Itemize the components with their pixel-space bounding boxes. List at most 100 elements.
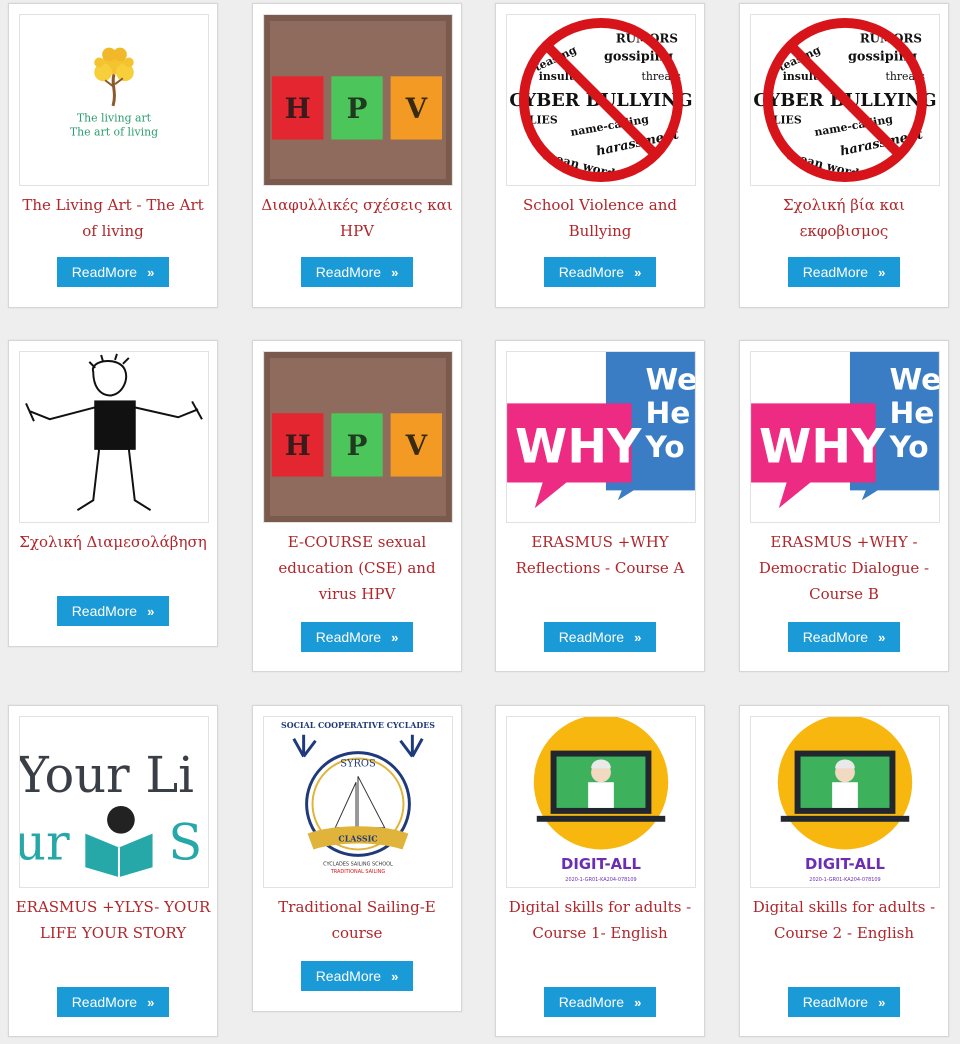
living-art-line2: The art of living	[70, 126, 158, 139]
read-more-label: ReadMore	[71, 994, 138, 1010]
hpv-letter-v: V	[405, 429, 428, 462]
chevron-right-icon: »	[878, 629, 886, 645]
course-card: H P V Διαφυλλικές σχέσεις και HPV ReadMo…	[252, 3, 462, 308]
hpv-letter-p: P	[347, 92, 368, 125]
tree-logo-icon	[94, 47, 134, 107]
sailing-ribbon-text: CLASSIC	[338, 835, 377, 844]
read-more-label: ReadMore	[802, 629, 869, 645]
why-word: We	[889, 362, 939, 397]
why-word: WHY	[515, 420, 642, 475]
chevron-right-icon: »	[391, 264, 399, 280]
course-image-digit-all[interactable]: DIGIT-ALL 2020-1-GR01-KA204-078109	[506, 716, 696, 888]
course-image-sailing[interactable]: SOCIAL COOPERATIVE CYCLADES SYROS CLASSI…	[263, 716, 453, 888]
chevron-right-icon: »	[391, 968, 399, 984]
digit-all-brand: DIGIT-ALL	[805, 856, 885, 873]
course-card: DIGIT-ALL 2020-1-GR01-KA204-078109 Digit…	[495, 705, 705, 1037]
digit-all-brand: DIGIT-ALL	[561, 856, 641, 873]
why-word: WHY	[759, 420, 886, 475]
chevron-right-icon: »	[634, 994, 642, 1010]
course-image-bullying[interactable]: RUMORS teasing gossiping insults threats…	[506, 14, 696, 186]
monitor-teacher-icon	[780, 750, 910, 822]
course-title[interactable]: The Living Art - The Art of living	[15, 192, 211, 244]
read-more-button[interactable]: ReadMore »	[788, 257, 900, 287]
read-more-button[interactable]: ReadMore »	[788, 622, 900, 652]
course-card: WHY We He Yo ERASMUS +WHY Reflections - …	[495, 340, 705, 672]
read-more-label: ReadMore	[558, 629, 625, 645]
digit-all-code: 2020-1-GR01-KA204-078109	[809, 877, 880, 883]
read-more-label: ReadMore	[71, 603, 138, 619]
course-title[interactable]: Digital skills for adults - Course 2 - E…	[746, 894, 942, 946]
course-image-ylys[interactable]: Your Li ur S	[19, 716, 209, 888]
hpv-letter-p: P	[347, 429, 368, 462]
course-card: RUMORS teasing gossiping insults threats…	[739, 3, 949, 308]
living-art-line1: The living art	[77, 112, 152, 125]
read-more-button[interactable]: ReadMore »	[57, 987, 169, 1017]
chevron-right-icon: »	[391, 629, 399, 645]
chevron-right-icon: »	[147, 603, 155, 619]
read-more-label: ReadMore	[315, 629, 382, 645]
course-card: Σχολική Διαμεσολάβηση ReadMore »	[8, 340, 218, 647]
why-word: Yo	[644, 429, 684, 464]
course-card: SOCIAL COOPERATIVE CYCLADES SYROS CLASSI…	[252, 705, 462, 1012]
course-card: The living art The art of living The Liv…	[8, 3, 218, 308]
read-more-label: ReadMore	[558, 264, 625, 280]
sailing-syros-text: SYROS	[340, 758, 376, 769]
hpv-letter-h: H	[285, 92, 311, 125]
course-image-hpv[interactable]: H P V	[263, 14, 453, 186]
chevron-right-icon: »	[878, 264, 886, 280]
course-title[interactable]: E-COURSE sexual education (CSE) and viru…	[259, 529, 455, 607]
course-title[interactable]: ERASMUS +WHY - Democratic Dialogue - Cou…	[746, 529, 942, 607]
read-more-button[interactable]: ReadMore »	[544, 257, 656, 287]
course-card: Your Li ur S ERASMUS +YLYS- YOUR LIFE YO…	[8, 705, 218, 1037]
course-title[interactable]: ERASMUS +WHY Reflections - Course A	[502, 529, 698, 581]
course-title[interactable]: ERASMUS +YLYS- YOUR LIFE YOUR STORY	[15, 894, 211, 946]
course-title[interactable]: Σχολική Διαμεσολάβηση	[15, 529, 211, 555]
why-word: He	[645, 395, 690, 430]
chevron-right-icon: »	[634, 264, 642, 280]
course-image-digit-all[interactable]: DIGIT-ALL 2020-1-GR01-KA204-078109	[750, 716, 940, 888]
read-more-button[interactable]: ReadMore »	[544, 987, 656, 1017]
course-image-mediation[interactable]	[19, 351, 209, 523]
read-more-label: ReadMore	[71, 264, 138, 280]
course-title[interactable]: Traditional Sailing-E course	[259, 894, 455, 946]
read-more-label: ReadMore	[802, 264, 869, 280]
course-card: RUMORS teasing gossiping insults threats…	[495, 3, 705, 308]
course-card: DIGIT-ALL 2020-1-GR01-KA204-078109 Digit…	[739, 705, 949, 1037]
read-more-button[interactable]: ReadMore »	[57, 257, 169, 287]
course-image-why[interactable]: WHY We He Yo	[750, 351, 940, 523]
chevron-right-icon: »	[878, 994, 886, 1010]
sailing-top-text: SOCIAL COOPERATIVE CYCLADES	[281, 721, 435, 730]
chevron-right-icon: »	[634, 629, 642, 645]
read-more-button[interactable]: ReadMore »	[301, 961, 413, 991]
digit-all-code: 2020-1-GR01-KA204-078109	[565, 877, 636, 883]
course-title[interactable]: Σχολική βία και εκφοβισμος	[746, 192, 942, 244]
course-image-hpv[interactable]: H P V	[263, 351, 453, 523]
course-card: H P V E-COURSE sexual education (CSE) an…	[252, 340, 462, 672]
read-more-label: ReadMore	[315, 264, 382, 280]
chevron-right-icon: »	[147, 264, 155, 280]
ylys-word: Your Li	[20, 746, 194, 804]
person-stop-gesture-icon	[25, 353, 203, 511]
read-more-button[interactable]: ReadMore »	[544, 622, 656, 652]
hpv-letter-h: H	[285, 429, 311, 462]
chevron-right-icon: »	[147, 994, 155, 1010]
course-image-why[interactable]: WHY We He Yo	[506, 351, 696, 523]
course-title[interactable]: School Violence and Bullying	[502, 192, 698, 244]
why-word: He	[889, 395, 934, 430]
read-more-button[interactable]: ReadMore »	[788, 987, 900, 1017]
course-title[interactable]: Διαφυλλικές σχέσεις και HPV	[259, 192, 455, 244]
read-more-label: ReadMore	[802, 994, 869, 1010]
sailing-sub-text: TRADITIONAL SAILING	[330, 869, 386, 875]
course-image-bullying[interactable]: RUMORS teasing gossiping insults threats…	[750, 14, 940, 186]
ylys-word: S	[168, 813, 202, 871]
monitor-teacher-icon	[536, 750, 666, 822]
read-more-button[interactable]: ReadMore »	[301, 622, 413, 652]
read-more-label: ReadMore	[315, 968, 382, 984]
read-more-button[interactable]: ReadMore »	[301, 257, 413, 287]
sailing-sub-text: CYCLADES SAILING SCHOOL	[323, 861, 393, 867]
hpv-letter-v: V	[405, 92, 428, 125]
course-image-living-art[interactable]: The living art The art of living	[19, 14, 209, 186]
course-title[interactable]: Digital skills for adults - Course 1- En…	[502, 894, 698, 946]
ylys-word: ur	[20, 813, 70, 871]
read-more-button[interactable]: ReadMore »	[57, 596, 169, 626]
